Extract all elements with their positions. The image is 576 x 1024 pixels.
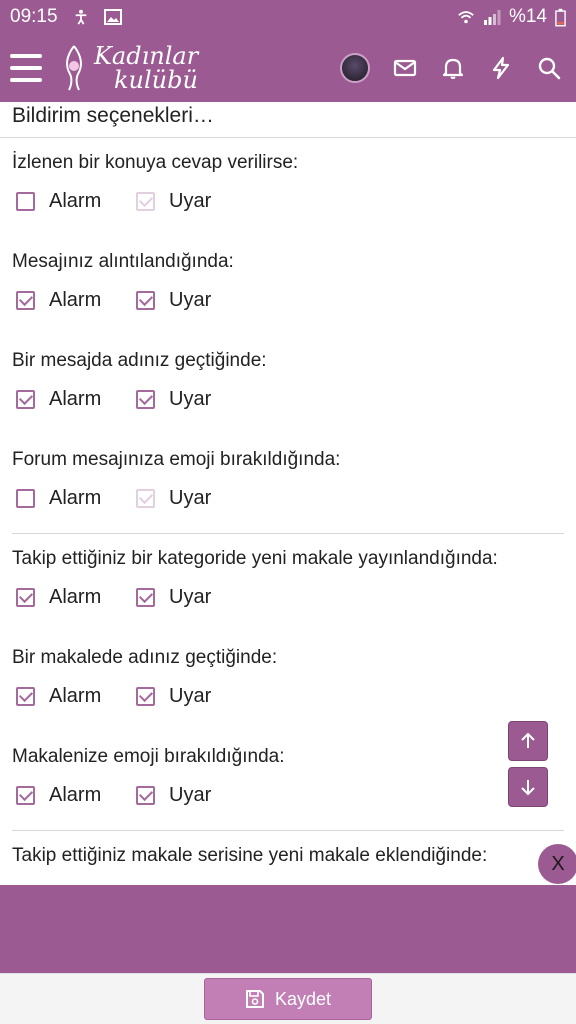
save-button[interactable]: Kaydet xyxy=(204,978,372,1020)
warn-label: Uyar xyxy=(169,388,212,410)
scroll-down-button[interactable] xyxy=(508,767,548,807)
site-logo[interactable]: Kadınlar kulübü xyxy=(60,44,198,92)
wifi-icon xyxy=(458,11,474,24)
bell-icon[interactable] xyxy=(440,55,466,81)
logo-text-line1: Kadınlar xyxy=(94,42,199,70)
alarm-label: Alarm xyxy=(49,190,102,212)
setting-item: Forum mesajınıza emoji bırakıldığında: A… xyxy=(12,435,564,533)
accessibility-icon xyxy=(75,9,86,25)
alarm-label: Alarm xyxy=(49,685,102,707)
warn-option[interactable]: Uyar xyxy=(136,388,256,411)
arrow-up-icon xyxy=(521,732,535,748)
scroll-up-button[interactable] xyxy=(508,721,548,761)
settings-group: Takip ettiğiniz makale serisine yeni mak… xyxy=(0,831,576,885)
warn-checkbox[interactable] xyxy=(136,489,155,508)
setting-item: Mesajınız alıntılandığında: Alarm Uyar xyxy=(12,237,564,336)
alarm-checkbox[interactable] xyxy=(16,687,35,706)
setting-question: Takip ettiğiniz makale serisine yeni mak… xyxy=(12,845,488,866)
warn-label: Uyar xyxy=(169,190,212,212)
warn-label: Uyar xyxy=(169,586,212,608)
save-icon xyxy=(245,990,264,1008)
setting-item: Takip ettiğiniz bir kategoride yeni maka… xyxy=(12,534,564,633)
setting-question: Bir mesajda adınız geçtiğinde: xyxy=(12,350,267,371)
menu-line xyxy=(10,66,42,70)
alarm-option[interactable]: Alarm xyxy=(16,685,136,708)
warn-label: Uyar xyxy=(169,289,212,311)
close-button[interactable]: X xyxy=(538,844,576,884)
alarm-option[interactable]: Alarm xyxy=(16,784,136,807)
settings-group: Takip ettiğiniz bir kategoride yeni maka… xyxy=(0,534,576,830)
alarm-label: Alarm xyxy=(49,487,102,509)
warn-label: Uyar xyxy=(169,487,212,509)
alarm-checkbox[interactable] xyxy=(16,588,35,607)
warn-option[interactable]: Uyar xyxy=(136,685,256,708)
alarm-option[interactable]: Alarm xyxy=(16,487,136,510)
warn-option[interactable]: Uyar xyxy=(136,586,256,609)
alarm-option[interactable]: Alarm xyxy=(16,388,136,411)
warn-checkbox[interactable] xyxy=(136,786,155,805)
alarm-checkbox[interactable] xyxy=(16,489,35,508)
alarm-checkbox[interactable] xyxy=(16,390,35,409)
logo-text-line2: kulübü xyxy=(114,66,198,94)
section-title: Bildirim seçenekleri… xyxy=(0,102,576,138)
form-actions: Kaydet xyxy=(0,973,576,1024)
alarm-checkbox[interactable] xyxy=(16,192,35,211)
alarm-label: Alarm xyxy=(49,586,102,608)
setting-question: İzlenen bir konuya cevap verilirse: xyxy=(12,152,299,173)
warn-option[interactable]: Uyar xyxy=(136,289,256,312)
warn-checkbox[interactable] xyxy=(136,390,155,409)
warn-checkbox[interactable] xyxy=(136,291,155,310)
warn-label: Uyar xyxy=(169,685,212,707)
avatar[interactable] xyxy=(340,53,370,83)
bolt-icon[interactable] xyxy=(488,55,514,81)
alarm-label: Alarm xyxy=(49,388,102,410)
menu-button[interactable] xyxy=(10,54,42,82)
setting-question: Takip ettiğiniz bir kategoride yeni maka… xyxy=(12,548,498,569)
setting-question: Forum mesajınıza emoji bırakıldığında: xyxy=(12,449,341,470)
setting-question: Bir makalede adınız geçtiğinde: xyxy=(12,647,278,668)
mail-icon[interactable] xyxy=(392,55,418,81)
alarm-checkbox[interactable] xyxy=(16,786,35,805)
logo-mark-icon xyxy=(66,45,82,91)
close-label: X xyxy=(551,852,565,875)
setting-item: İzlenen bir konuya cevap verilirse: Alar… xyxy=(12,138,564,237)
menu-line xyxy=(10,54,42,58)
setting-question: Mesajınız alıntılandığında: xyxy=(12,251,234,272)
alarm-label: Alarm xyxy=(49,289,102,311)
setting-item: Bir mesajda adınız geçtiğinde: Alarm Uya… xyxy=(12,336,564,435)
battery-percent: %14 xyxy=(508,6,547,27)
battery-icon xyxy=(555,8,566,26)
alarm-option[interactable]: Alarm xyxy=(16,190,136,213)
warn-checkbox[interactable] xyxy=(136,192,155,211)
warn-checkbox[interactable] xyxy=(136,687,155,706)
setting-item: Bir makalede adınız geçtiğinde: Alarm Uy… xyxy=(12,633,564,732)
status-bar: 09:15 %14 xyxy=(0,0,576,34)
alarm-option[interactable]: Alarm xyxy=(16,586,136,609)
setting-item: Makalenize emoji bırakıldığında: Alarm U… xyxy=(12,732,564,830)
status-time: 09:15 xyxy=(10,6,58,27)
app-header: Kadınlar kulübü xyxy=(0,34,576,102)
search-icon[interactable] xyxy=(536,55,562,81)
signal-icon xyxy=(483,10,501,25)
footer-band xyxy=(0,885,576,973)
image-icon xyxy=(103,9,122,25)
alarm-option[interactable]: Alarm xyxy=(16,289,136,312)
settings-group: İzlenen bir konuya cevap verilirse: Alar… xyxy=(0,138,576,533)
setting-item: Takip ettiğiniz makale serisine yeni mak… xyxy=(12,831,564,885)
warn-option[interactable]: Uyar xyxy=(136,784,256,807)
menu-line xyxy=(10,78,42,82)
warn-option[interactable]: Uyar xyxy=(136,487,256,510)
notification-settings: Bildirim seçenekleri… İzlenen bir konuya… xyxy=(0,102,576,885)
setting-question: Makalenize emoji bırakıldığında: xyxy=(12,746,285,767)
alarm-label: Alarm xyxy=(49,784,102,806)
alarm-checkbox[interactable] xyxy=(16,291,35,310)
arrow-down-icon xyxy=(521,780,535,796)
warn-label: Uyar xyxy=(169,784,212,806)
save-label: Kaydet xyxy=(274,988,332,1009)
warn-option[interactable]: Uyar xyxy=(136,190,256,213)
warn-checkbox[interactable] xyxy=(136,588,155,607)
